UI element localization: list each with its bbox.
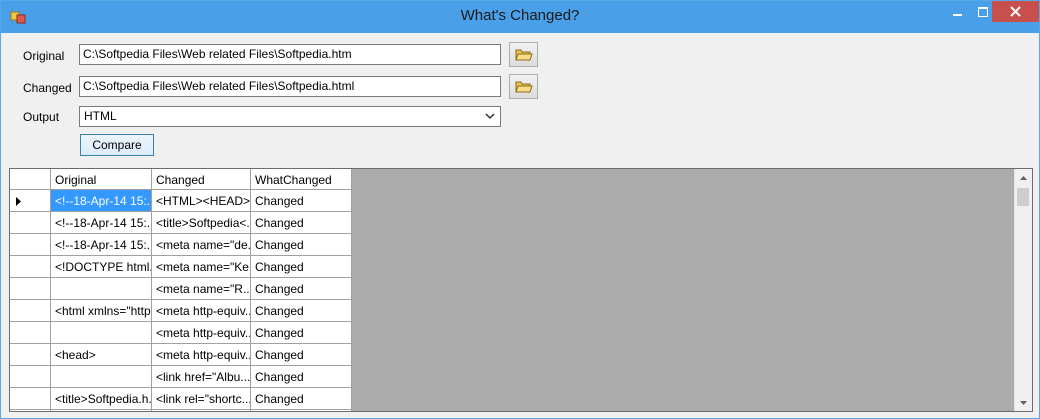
cell-original[interactable] (51, 322, 152, 344)
scroll-up-icon[interactable] (1015, 170, 1032, 187)
cell-whatchanged[interactable]: Changed (251, 366, 352, 388)
row-header[interactable] (10, 190, 51, 212)
cell-whatchanged[interactable] (251, 410, 352, 411)
cell-whatchanged[interactable]: Changed (251, 234, 352, 256)
table-row[interactable]: <head> <meta http-equiv... Changed (10, 344, 352, 366)
output-label: Output (23, 110, 60, 124)
cell-changed[interactable]: <meta name="R... (152, 278, 251, 300)
cell-whatchanged[interactable]: Changed (251, 322, 352, 344)
cell-changed[interactable]: <link href="Albu... (152, 366, 251, 388)
main-window: What's Changed? Original C:\Softpedia Fi… (0, 0, 1040, 419)
cell-whatchanged[interactable]: Changed (251, 256, 352, 278)
scroll-down-icon[interactable] (1015, 394, 1032, 411)
cell-original[interactable]: <!DOCTYPE html... (51, 256, 152, 278)
table-row[interactable] (10, 410, 352, 411)
window-title: What's Changed? (460, 7, 580, 24)
maximize-icon (978, 7, 988, 17)
row-header[interactable] (10, 234, 51, 256)
current-row-icon (16, 197, 21, 206)
column-header-whatchanged[interactable]: WhatChanged (251, 169, 352, 190)
close-button[interactable] (992, 1, 1039, 22)
column-header-changed[interactable]: Changed (152, 169, 251, 190)
cell-original[interactable]: <title>Softpedia.h... (51, 388, 152, 410)
grid-table: Original Changed WhatChanged <!--18-Apr-… (10, 169, 352, 411)
cell-changed[interactable]: <title>Softpedia<... (152, 212, 251, 234)
table-row[interactable]: <!--18-Apr-14 15:... <title>Softpedia<...… (10, 212, 352, 234)
row-header[interactable] (10, 366, 51, 388)
cell-whatchanged[interactable]: Changed (251, 300, 352, 322)
minimize-button[interactable] (944, 1, 970, 23)
cell-original[interactable]: <head> (51, 344, 152, 366)
cell-whatchanged[interactable]: Changed (251, 344, 352, 366)
row-header-corner[interactable] (10, 169, 51, 190)
row-header[interactable] (10, 278, 51, 300)
results-grid[interactable]: Original Changed WhatChanged <!--18-Apr-… (9, 168, 1033, 412)
table-row[interactable]: <!DOCTYPE html... <meta name="Ke... Change… (10, 256, 352, 278)
compare-button[interactable]: Compare (80, 134, 154, 156)
chevron-down-icon (485, 113, 495, 120)
browse-changed-button[interactable] (509, 74, 538, 99)
cell-changed[interactable] (152, 410, 251, 411)
row-header[interactable] (10, 410, 51, 411)
folder-open-icon (515, 49, 533, 61)
cell-changed[interactable]: <meta http-equiv... (152, 322, 251, 344)
table-row[interactable]: <title>Softpedia.h... <link rel="shortc..… (10, 388, 352, 410)
cell-whatchanged[interactable]: Changed (251, 190, 352, 212)
original-path-input[interactable]: C:\Softpedia Files\Web related Files\Sof… (79, 44, 501, 65)
cell-whatchanged[interactable]: Changed (251, 212, 352, 234)
cell-original[interactable] (51, 410, 152, 411)
table-row[interactable]: <meta http-equiv... Changed (10, 322, 352, 344)
cell-original[interactable]: <!--18-Apr-14 15:... (51, 190, 152, 212)
table-row[interactable]: <!--18-Apr-14 15:... <HTML><HEAD> Changed (10, 190, 352, 212)
changed-label: Changed (23, 81, 72, 95)
output-format-value: HTML (84, 109, 117, 123)
table-row[interactable]: <meta name="R... Changed (10, 278, 352, 300)
cell-whatchanged[interactable]: Changed (251, 388, 352, 410)
cell-changed[interactable]: <meta http-equiv... (152, 344, 251, 366)
cell-original[interactable]: <!--18-Apr-14 15:... (51, 212, 152, 234)
cell-changed[interactable]: <HTML><HEAD> (152, 190, 251, 212)
cell-original[interactable]: <html xmlns="http... (51, 300, 152, 322)
grid-header-row: Original Changed WhatChanged (10, 169, 352, 190)
row-header[interactable] (10, 344, 51, 366)
table-row[interactable]: <html xmlns="http... <meta http-equiv... C… (10, 300, 352, 322)
title-bar[interactable]: What's Changed? (1, 1, 1039, 33)
cell-original[interactable] (51, 366, 152, 388)
cell-whatchanged[interactable]: Changed (251, 278, 352, 300)
minimize-icon (953, 14, 962, 16)
row-header[interactable] (10, 388, 51, 410)
folder-open-icon (515, 81, 533, 93)
row-header[interactable] (10, 256, 51, 278)
row-header[interactable] (10, 212, 51, 234)
browse-original-button[interactable] (509, 42, 538, 67)
changed-path-input[interactable]: C:\Softpedia Files\Web related Files\Sof… (79, 76, 501, 97)
output-format-select[interactable]: HTML (79, 106, 501, 127)
table-row[interactable]: <!--18-Apr-14 15:... <meta name="de... Cha… (10, 234, 352, 256)
cell-changed[interactable]: <meta name="Ke... (152, 256, 251, 278)
column-header-original[interactable]: Original (51, 169, 152, 190)
cell-changed[interactable]: <meta http-equiv... (152, 300, 251, 322)
table-row[interactable]: <link href="Albu... Changed (10, 366, 352, 388)
cell-changed[interactable]: <meta name="de... (152, 234, 251, 256)
cell-changed[interactable]: <link rel="shortc... (152, 388, 251, 410)
cell-original[interactable]: <!--18-Apr-14 15:... (51, 234, 152, 256)
row-header[interactable] (10, 300, 51, 322)
row-header[interactable] (10, 322, 51, 344)
cell-original[interactable] (51, 278, 152, 300)
close-icon (1010, 6, 1021, 17)
vertical-scrollbar[interactable] (1014, 169, 1032, 411)
original-label: Original (23, 49, 65, 63)
scrollbar-thumb[interactable] (1017, 188, 1029, 206)
